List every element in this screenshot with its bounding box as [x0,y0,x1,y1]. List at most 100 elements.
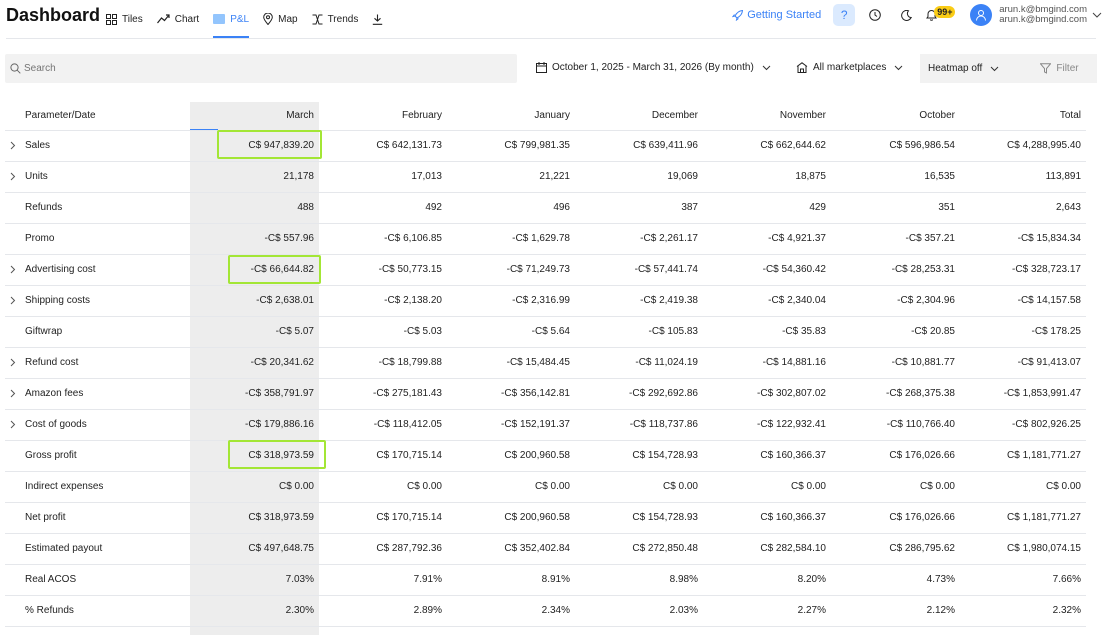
trends-icon [312,14,323,24]
history-button[interactable] [864,4,886,26]
help-label: ? [840,8,848,22]
column-header-january[interactable]: January [447,102,575,131]
table-cell: C$ 352,402.84 [447,533,575,565]
chevron-right-icon[interactable] [10,141,16,150]
table-cell: C$ 0.00 [319,471,447,503]
table-cell: -C$ 2,304.96 [831,285,960,317]
row-label-text: Cost of goods [25,419,87,430]
table-cell: -C$ 122,932.41 [703,409,831,441]
table-cell: -C$ 178.25 [960,316,1086,348]
table-row[interactable]: Sales C$ 947,839.20 C$ 642,131.73 C$ 799,98… [5,130,1086,162]
column-header-october[interactable]: October [831,102,960,131]
heatmap-select[interactable]: Heatmap off [920,54,1030,83]
nav-map[interactable]: Map [263,0,298,38]
row-label: Giftwrap [5,316,190,348]
dark-mode-toggle[interactable] [895,4,917,26]
search-box[interactable] [5,54,517,83]
table-cell: C$ 154,728.93 [575,440,703,472]
table-row[interactable]: Shipping costs -C$ 2,638.01 -C$ 2,138.20 -C… [5,285,1086,317]
table-cell: 2.34% [447,595,575,627]
search-icon [10,63,21,74]
column-header-parameter[interactable]: Parameter/Date [5,102,190,131]
table-cell: -C$ 268,375.38 [831,378,960,410]
table-cell: -C$ 2,638.01 [190,285,319,317]
row-label: Refunds [5,192,190,224]
tiles-icon [106,13,117,25]
column-header-february[interactable]: February [319,102,447,131]
row-label-text: Net profit [25,512,66,523]
nav-trends[interactable]: Trends [312,0,358,38]
row-label[interactable]: Refund cost [5,347,190,379]
nav-pl[interactable]: P&L [213,0,249,38]
notifications-button[interactable]: 99+ [926,4,956,26]
table-cell: -C$ 71,249.73 [447,254,575,286]
row-label[interactable]: Units [5,161,190,193]
table-cell: C$ 0.00 [960,471,1086,503]
user-account-info[interactable]: arun.k@bmgind.com arun.k@bmgind.com [999,5,1087,25]
table-body: Sales C$ 947,839.20 C$ 642,131.73 C$ 799,98… [5,130,1086,627]
table-row[interactable]: Refund cost -C$ 20,341.62 -C$ 18,799.88 -C$… [5,347,1086,379]
row-label[interactable]: Cost of goods [5,409,190,441]
table-cell: C$ 318,973.59 [190,502,319,534]
map-pin-icon [263,13,273,25]
row-label[interactable]: Advertising cost [5,254,190,286]
user-avatar[interactable] [970,4,993,26]
table-row[interactable]: Advertising cost -C$ 66,644.82 -C$ 50,773.… [5,254,1086,286]
column-header-december[interactable]: December [575,102,703,131]
table-cell: -C$ 118,737.86 [575,409,703,441]
chart-icon [156,14,170,24]
row-label[interactable]: Shipping costs [5,285,190,317]
column-header-march[interactable]: March [190,102,319,131]
table-cell: -C$ 6,106.85 [319,223,447,255]
nav-pl-label: P&L [230,13,250,25]
table-cell: 8.91% [447,564,575,596]
table-cell: -C$ 152,191.37 [447,409,575,441]
clock-icon [869,9,882,21]
chevron-right-icon[interactable] [10,265,16,274]
chevron-right-icon[interactable] [10,172,16,181]
table-row[interactable]: Amazon fees -C$ 358,791.97 -C$ 275,181.43-… [5,378,1086,410]
table-row: Real ACOS 7.03% 7.91% 8.91% 8.98% 8.20% 4.73% 7… [5,564,1086,596]
row-label-text: % Refunds [25,605,74,616]
notification-count-badge: 99+ [934,6,956,18]
table-cell: -C$ 356,142.81 [447,378,575,410]
search-input[interactable] [24,63,504,74]
table-row[interactable]: Cost of goods -C$ 179,886.16 -C$ 118,412.0… [5,409,1086,441]
row-label-text: Units [25,171,48,182]
table-cell: C$ 286,795.62 [831,533,960,565]
table-cell: C$ 318,973.59 [190,440,319,472]
table-cell: C$ 170,715.14 [319,440,447,472]
table-row[interactable]: Units 21,178 17,013 21,221 19,069 18,875 16,53… [5,161,1086,193]
top-navigation-bar: Dashboard Tiles Chart P&L Map Trends Get [0,0,1110,38]
chevron-right-icon[interactable] [10,296,16,305]
nav-chart-label: Chart [174,13,200,25]
column-header-total[interactable]: Total [960,102,1086,131]
getting-started-link[interactable]: Getting Started [732,9,821,21]
table-cell: 21,178 [190,161,319,193]
table-cell: C$ 662,644.62 [703,130,831,162]
table-cell: -C$ 2,138.20 [319,285,447,317]
nav-chart[interactable]: Chart [156,0,200,38]
table-cell: -C$ 20.85 [831,316,960,348]
table-cell: C$ 160,366.37 [703,440,831,472]
chevron-right-icon[interactable] [10,358,16,367]
filter-button[interactable]: Filter [1022,54,1097,83]
table-cell: -C$ 20,341.62 [190,347,319,379]
table-cell: 7.03% [190,564,319,596]
chevron-down-icon[interactable] [1092,12,1102,18]
nav-tiles[interactable]: Tiles [106,0,143,38]
chevron-down-icon [762,65,771,70]
pl-table-container: Parameter/Date March February January Decemb… [5,102,1096,635]
chevron-down-icon [990,66,999,71]
column-header-november[interactable]: November [703,102,831,131]
marketplaces-select[interactable]: All marketplaces [796,62,908,73]
help-button[interactable]: ? [833,4,856,26]
chevron-right-icon[interactable] [10,420,16,429]
row-label: Real ACOS [5,564,190,596]
download-button[interactable] [372,0,388,38]
chevron-right-icon[interactable] [10,389,16,398]
filter-label: Filter [1056,63,1079,74]
date-range-select[interactable]: October 1, 2025 - March 31, 2026 (By mon… [536,62,776,73]
row-label[interactable]: Amazon fees [5,378,190,410]
row-label[interactable]: Sales [5,130,190,162]
